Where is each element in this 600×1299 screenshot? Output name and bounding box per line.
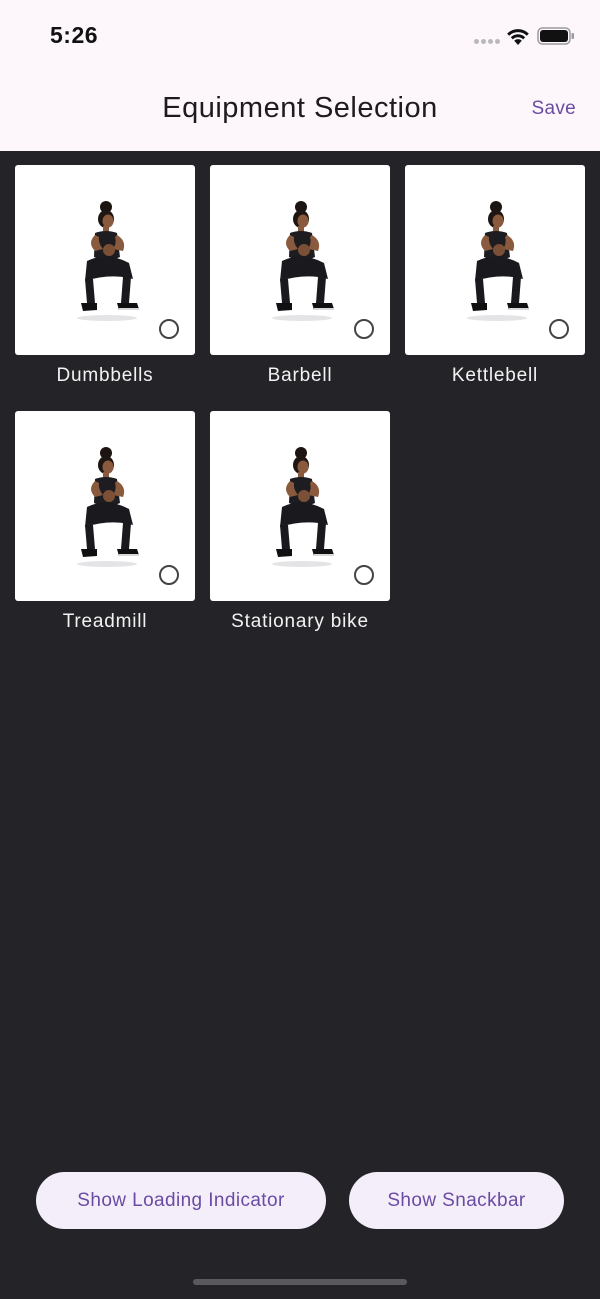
equipment-card[interactable] (210, 165, 390, 355)
radio-unchecked-icon[interactable] (354, 565, 374, 585)
radio-unchecked-icon[interactable] (354, 319, 374, 339)
squat-woman-photo (65, 199, 149, 323)
equipment-card[interactable] (15, 165, 195, 355)
cellular-dots-icon (474, 39, 502, 45)
equipment-item-dumbbells[interactable]: Dumbbells (15, 165, 195, 389)
squat-woman-photo (260, 199, 344, 323)
equipment-card[interactable] (405, 165, 585, 355)
show-snackbar-button[interactable]: Show Snackbar (349, 1172, 564, 1229)
equipment-item-treadmill[interactable]: Treadmill (15, 411, 195, 635)
battery-icon (537, 27, 574, 45)
equipment-label: Dumbbells (56, 365, 154, 386)
radio-unchecked-icon[interactable] (159, 565, 179, 585)
equipment-item-kettlebell[interactable]: Kettlebell (405, 165, 585, 389)
equipment-label: Kettlebell (451, 365, 539, 386)
equipment-card[interactable] (15, 411, 195, 601)
equipment-item-barbell[interactable]: Barbell (210, 165, 390, 389)
radio-unchecked-icon[interactable] (549, 319, 569, 339)
save-button[interactable]: Save (531, 98, 576, 120)
squat-woman-photo (65, 445, 149, 569)
app-header: 5:26 Equipment Selection Save (0, 0, 600, 151)
show-loading-indicator-button[interactable]: Show Loading Indicator (36, 1172, 326, 1229)
wifi-icon (507, 29, 529, 45)
equipment-item-stationary-bike[interactable]: Stationary bike (210, 411, 390, 635)
equipment-label: Barbell (267, 365, 333, 386)
squat-woman-photo (260, 445, 344, 569)
equipment-label: Treadmill (62, 611, 148, 632)
status-time: 5:26 (50, 22, 99, 48)
home-indicator (193, 1279, 407, 1285)
equipment-label: Stationary bike (231, 611, 369, 632)
equipment-card[interactable] (210, 411, 390, 601)
squat-woman-photo (455, 199, 539, 323)
page-title: Equipment Selection (162, 92, 438, 124)
radio-unchecked-icon[interactable] (159, 319, 179, 339)
